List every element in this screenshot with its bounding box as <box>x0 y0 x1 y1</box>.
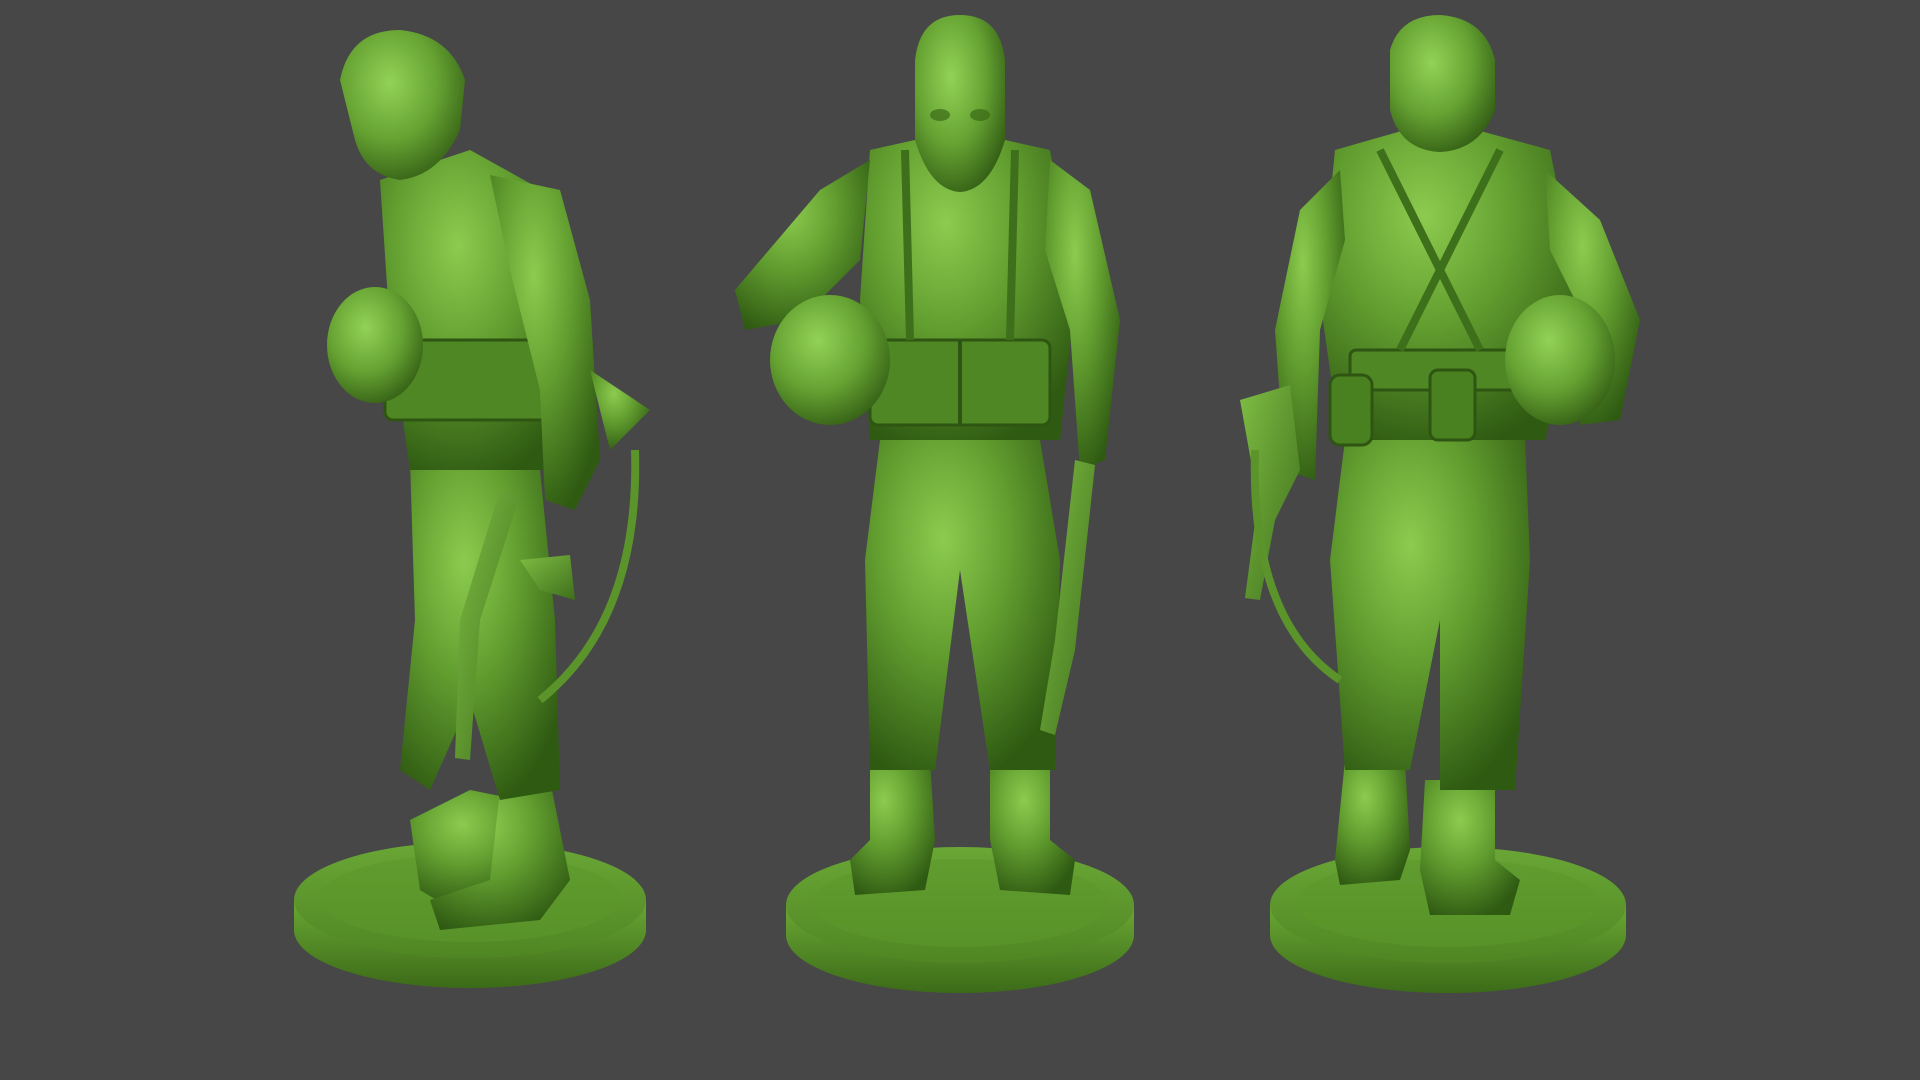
base-front-view <box>786 847 1134 993</box>
render-viewport <box>0 0 1920 1080</box>
figure-back-view <box>1240 15 1640 993</box>
render-canvas <box>294 15 1640 993</box>
figure-front-view <box>735 15 1134 993</box>
figure-side-view <box>294 30 650 988</box>
